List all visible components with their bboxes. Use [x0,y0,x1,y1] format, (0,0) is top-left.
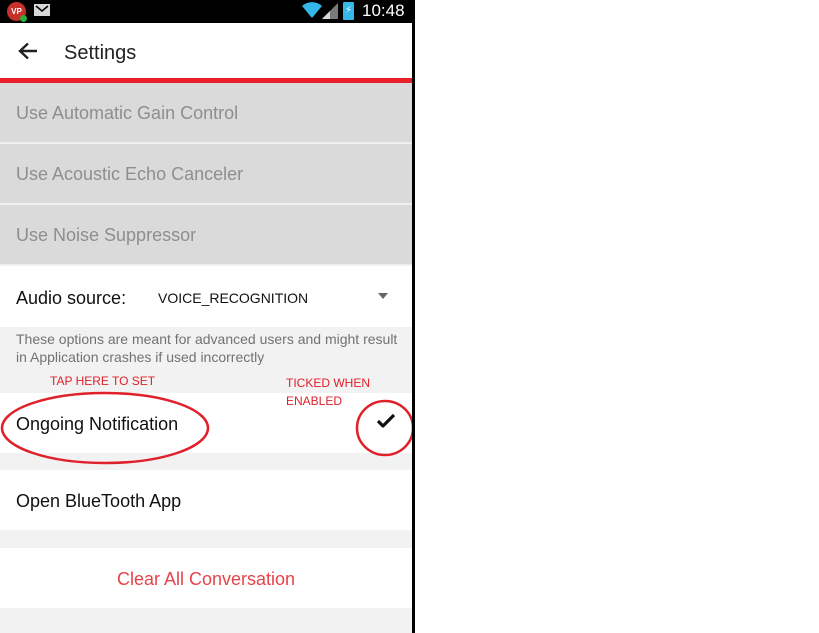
phone-screen: VP ⚡ 10:48 Settings Use Automatic Gain C… [0,0,412,633]
annotation-circles [0,391,412,465]
annotation-ellipse-notification [0,391,210,465]
annotation-circle-checkmark [355,399,412,457]
phone-edge [412,0,415,633]
